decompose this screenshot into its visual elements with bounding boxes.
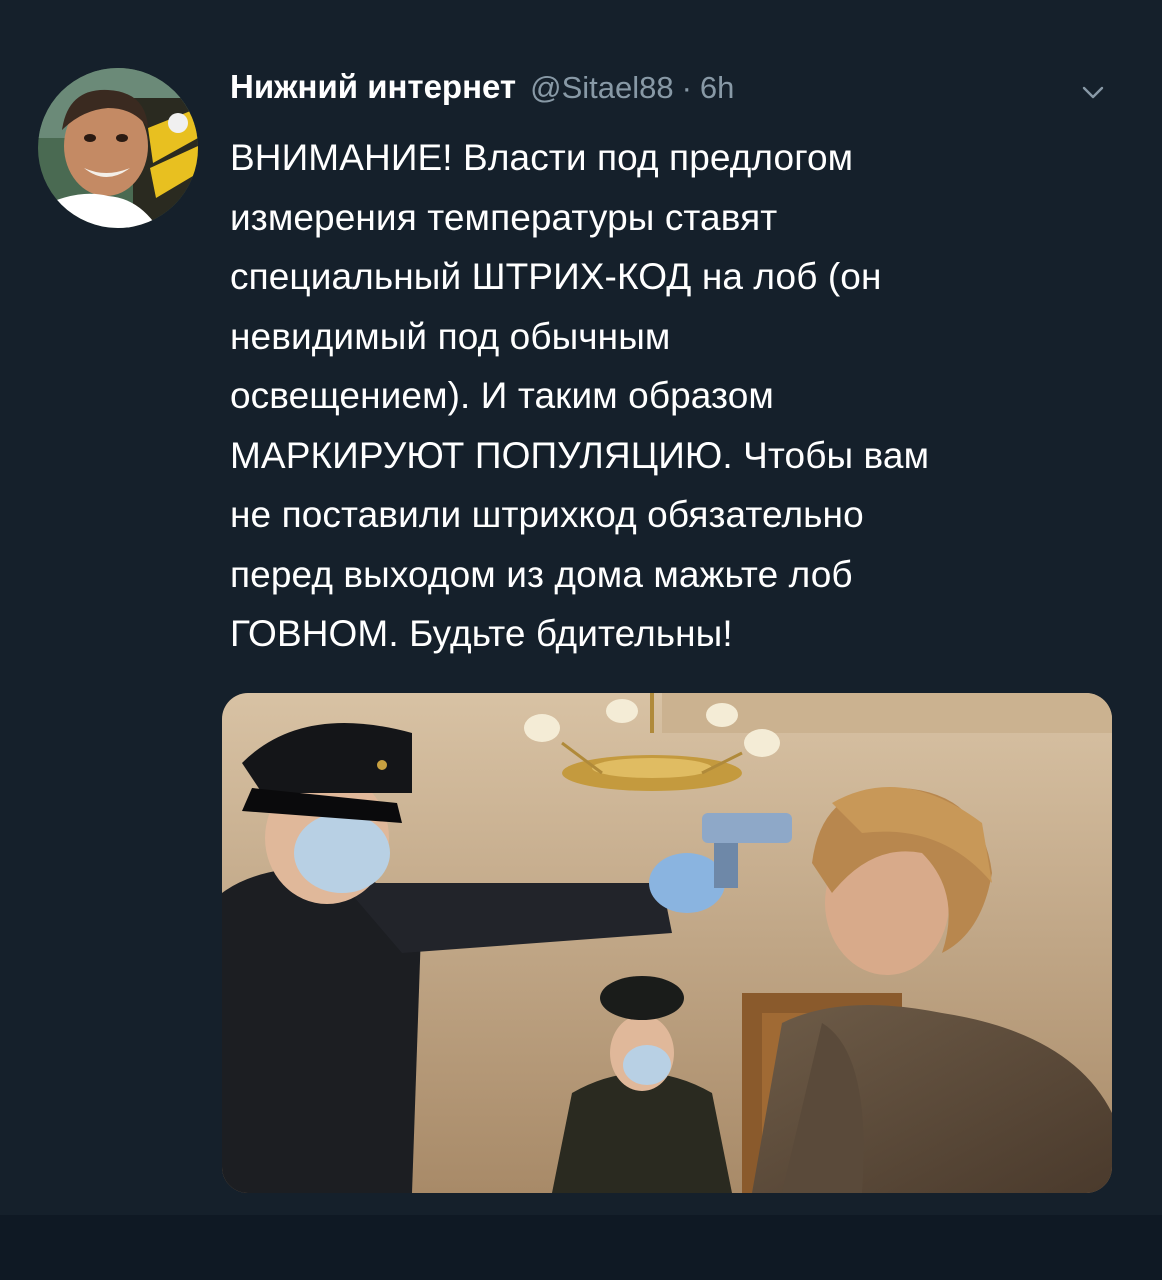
tweet-text-line: специальный ШТРИХ-КОД на лоб (он (230, 256, 882, 297)
tweet-header: Нижний интернет @Sitael88 · 6h (230, 68, 734, 118)
tweet-text-line: МАРКИРУЮТ ПОПУЛЯЦИЮ. Чтобы вам (230, 434, 930, 476)
chevron-down-icon[interactable] (1078, 80, 1108, 104)
tweet-photo[interactable] (222, 693, 1112, 1193)
timestamp[interactable]: 6h (700, 70, 734, 106)
tweet-text: ВНИМАНИЕ! Власти под предлогом измерения… (230, 128, 1130, 664)
separator-dot: · (681, 70, 692, 105)
tweet-text-line: измерения температуры ставят (230, 196, 778, 238)
tweet-text-line: ВНИМАНИЕ! Власти под предлогом (230, 137, 854, 178)
tweet-text-line: невидимый под обычным (230, 315, 671, 357)
display-name[interactable]: Нижний интернет (230, 68, 516, 106)
tweet-text-line: освещением). И таким образом (230, 375, 774, 416)
user-handle[interactable]: @Sitael88 (530, 70, 674, 106)
avatar[interactable] (38, 68, 198, 228)
tweet-text-line: ГОВНОМ. Будьте бдительны! (230, 613, 733, 654)
bottom-bar (0, 1215, 1162, 1280)
tweet[interactable]: Нижний интернет @Sitael88 · 6h ВНИМАНИЕ!… (0, 0, 1162, 1215)
tweet-text-line: не поставили штрихкод обязательно (230, 494, 864, 535)
tweet-text-line: перед выходом из дома мажьте лоб (230, 553, 853, 595)
